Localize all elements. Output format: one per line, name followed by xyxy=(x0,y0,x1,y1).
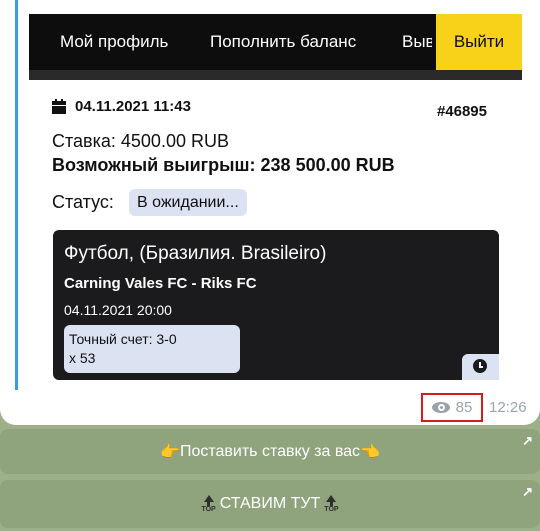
bet-payout: Возможный выигрыш: 238 500.00 RUB xyxy=(52,155,395,175)
clock-icon xyxy=(473,359,487,373)
status-badge: В ожидании... xyxy=(129,189,247,216)
eye-icon xyxy=(431,402,450,413)
event-league: Футбол, (Бразилия. Brasileiro) xyxy=(64,243,327,264)
top-arrow-icon: TOP xyxy=(201,494,216,514)
open-link-arrow-icon: ↗ xyxy=(522,433,533,448)
bet-id: #46895 xyxy=(436,103,487,120)
views-counter: 85 xyxy=(421,393,483,422)
place-bet-label: Поставить ставку за вас xyxy=(179,442,361,460)
pick-market: Точный счет: 3-0 xyxy=(69,331,177,347)
pointing-left-hand-icon: 👈 xyxy=(360,443,380,461)
bet-screenshot[interactable]: Мой профиль Пополнить баланс Выв Выйти 0… xyxy=(29,14,522,380)
event-time: 04.11.2021 20:00 xyxy=(64,302,172,318)
event-card: Футбол, (Бразилия. Brasileiro) Carning V… xyxy=(53,230,499,380)
nav-profile: Мой профиль xyxy=(60,32,169,51)
top-arrow-icon: TOP xyxy=(324,494,339,514)
calendar-icon xyxy=(52,99,66,114)
nav-topup: Пополнить баланс xyxy=(210,32,357,51)
bet-stake: Ставка: 4500.00 RUB xyxy=(52,131,229,151)
open-link-arrow-icon: ↗ xyxy=(522,484,533,499)
nav-underline xyxy=(29,70,522,80)
event-teams: Carning Vales FC - Riks FC xyxy=(64,275,257,292)
clock-badge xyxy=(462,354,499,380)
event-pick: Точный счет: 3-0 x 53 xyxy=(64,325,240,373)
bet-date-row: 04.11.2021 11:43 xyxy=(52,98,191,115)
message-bubble: Мой профиль Пополнить баланс Выв Выйти 0… xyxy=(0,0,540,425)
pointing-right-hand-icon: 👉 xyxy=(160,443,180,461)
pick-odds: x 53 xyxy=(69,350,96,366)
quote-accent-bar xyxy=(15,0,18,390)
nav-withdraw: Выв xyxy=(402,32,432,51)
place-bet-button[interactable]: 👉 Поставить ставку за вас 👈 ↗ xyxy=(0,429,540,474)
message-time: 12:26 xyxy=(489,399,527,416)
site-nav-bar: Мой профиль Пополнить баланс Выв Выйти xyxy=(29,14,522,80)
bet-here-button[interactable]: TOP СТАВИМ ТУТ TOP ↗ xyxy=(0,480,540,528)
logout-button: Выйти xyxy=(436,14,522,70)
bet-datetime: 04.11.2021 11:43 xyxy=(75,98,191,115)
status-label: Статус: xyxy=(52,192,114,212)
views-count: 85 xyxy=(455,399,473,416)
bet-here-label: СТАВИМ ТУТ xyxy=(219,495,321,512)
